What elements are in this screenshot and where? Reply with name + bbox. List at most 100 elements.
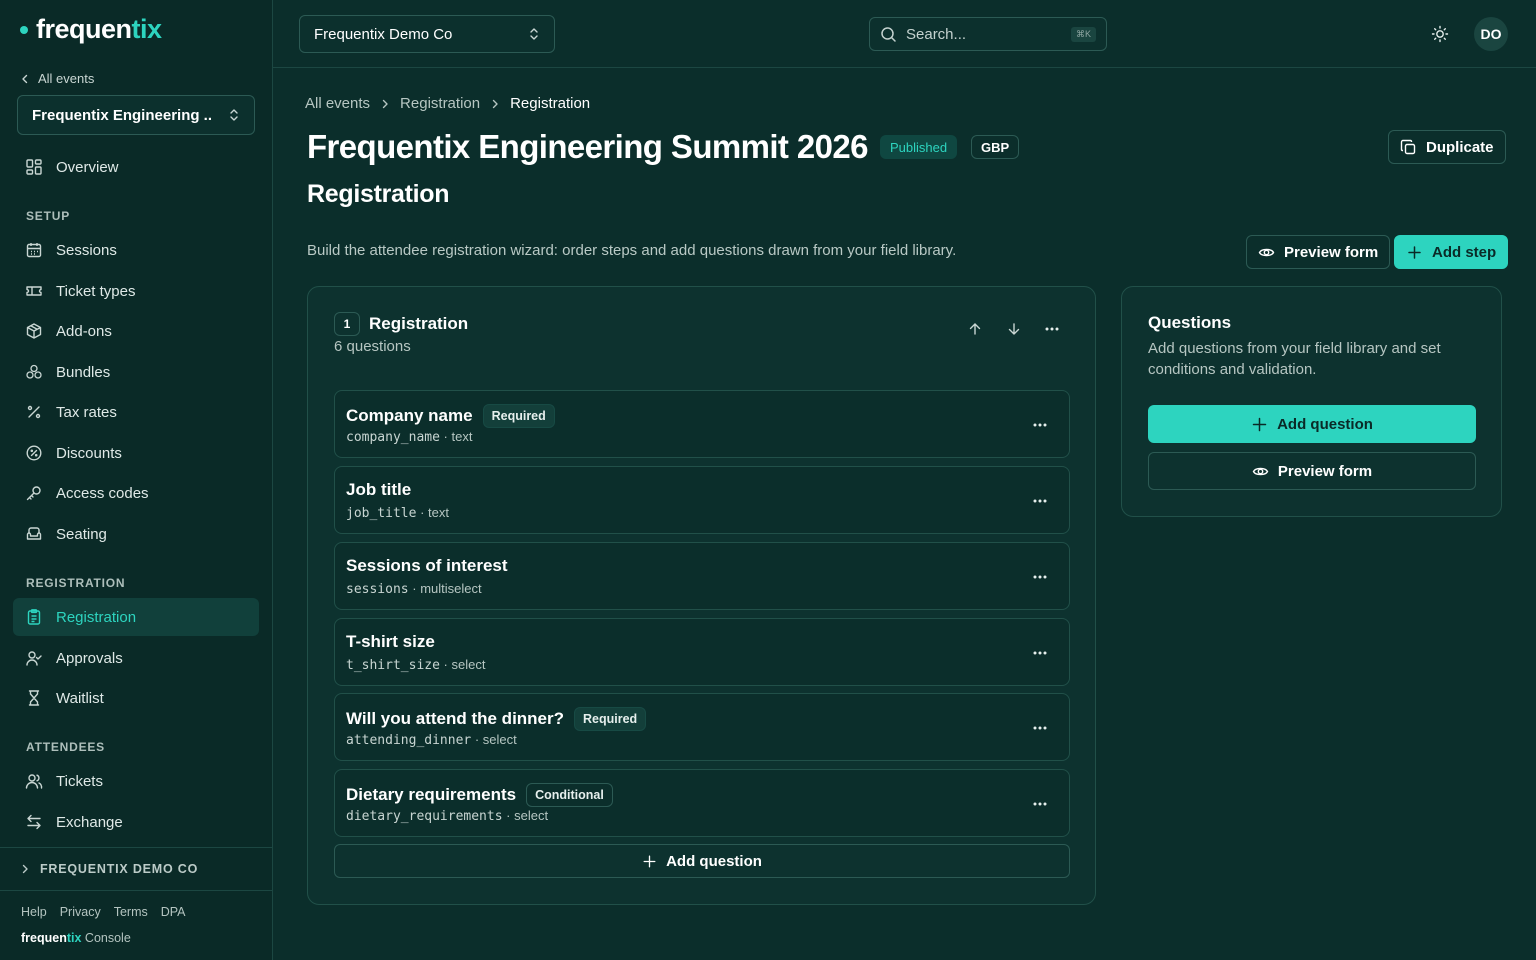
sidebar-section-setup: SETUP [26,209,71,223]
chevron-right-icon [492,99,498,108]
add-step-button[interactable]: Add step [1394,235,1509,269]
sidebar-item-overview[interactable]: Overview [13,148,259,186]
sidebar-section-registration: REGISTRATION [26,576,126,590]
question-meta: sessions · multiselect [346,581,482,597]
back-link-label: All events [38,71,95,86]
organization-switcher[interactable]: FREQUENTIX DEMO CO [0,847,272,891]
arrows-exchange-icon [27,814,41,830]
add-question-button-label: Add question [666,852,762,870]
question-title: Dietary requirements Conditional [346,783,613,807]
sidebar-item-bundles[interactable]: Bundles [13,353,259,391]
breadcrumb-current: Registration [510,95,591,112]
chevron-up-down-icon [530,28,538,40]
question-row[interactable]: T-shirt size t_shirt_size · select [334,618,1070,686]
page-description: Build the attendee registration wizard: … [307,242,957,259]
organization-selector[interactable]: Frequentix Demo Co [299,15,555,53]
clipboard-list-icon [27,609,41,625]
sidebar-item-label: Discounts [56,444,122,462]
sidebar-item-label: Ticket types [56,282,136,300]
question-meta: attending_dinner · select [346,732,517,748]
search-input[interactable]: Search... ⌘K [869,17,1107,51]
event-selector-value: Frequentix Engineering ... [32,106,212,124]
question-row[interactable]: Job title job_title · text [334,466,1070,534]
status-badge: Published [880,135,958,159]
more-horizontal-icon[interactable] [1031,644,1049,662]
boxes-icon [26,364,42,379]
question-title: T-shirt size [346,632,435,651]
back-to-all-events-link[interactable]: All events [20,71,94,86]
preview-form-button[interactable]: Preview form [1246,235,1391,269]
required-tag: Required [574,707,647,731]
footer-link-terms[interactable]: Terms [114,905,148,919]
arrow-up-icon[interactable] [966,320,984,338]
sidebar-item-label: Overview [56,158,119,176]
question-title: Sessions of interest [346,556,508,575]
registration-step-card: 1 Registration 6 questions Company name R… [307,286,1096,905]
sidebar-item-label: Seating [56,525,107,543]
question-row[interactable]: Dietary requirements Conditional dietary_… [334,769,1070,837]
panel-add-question-label: Add question [1277,415,1373,433]
panel-add-question-button[interactable]: Add question [1148,405,1476,443]
breadcrumb-item-registration[interactable]: Registration [400,95,480,112]
question-meta: company_name · text [346,429,473,445]
panel-preview-form-button[interactable]: Preview form [1148,452,1476,490]
more-horizontal-icon[interactable] [1031,492,1049,510]
sidebar-item-label: Sessions [56,241,117,259]
duplicate-button[interactable]: Duplicate [1388,130,1506,164]
questions-panel-description: Add questions from your field library an… [1148,340,1441,378]
organization-label: FREQUENTIX DEMO CO [40,862,199,876]
sidebar-item-approvals[interactable]: Approvals [13,639,259,677]
sidebar-item-access-codes[interactable]: Access codes [13,474,259,512]
breadcrumb-item-all-events[interactable]: All events [305,95,370,112]
footer-brand: frequentix Console [21,931,131,945]
sidebar-item-registration[interactable]: Registration [13,598,259,636]
question-meta: dietary_requirements · select [346,808,549,824]
sidebar-item-discounts[interactable]: Discounts [13,434,259,472]
key-icon [26,486,41,501]
more-horizontal-icon[interactable] [1031,719,1049,737]
add-question-button[interactable]: Add question [334,844,1070,878]
chevron-up-down-icon [230,109,238,121]
user-avatar[interactable]: DO [1474,17,1508,51]
sidebar-item-add-ons[interactable]: Add-ons [13,312,259,350]
users-icon [25,774,43,789]
section-title: Registration [307,180,450,208]
sidebar-item-tickets[interactable]: Tickets [13,762,259,800]
plus-icon [643,855,656,867]
question-row[interactable]: Sessions of interest sessions · multisel… [334,542,1070,610]
event-selector[interactable]: Frequentix Engineering ... [17,95,255,135]
questions-panel: Questions Add questions from your field … [1121,286,1502,517]
user-check-icon [26,651,42,666]
sidebar-item-sessions[interactable]: Sessions [13,231,259,269]
footer-link-help[interactable]: Help [21,905,47,919]
step-name: Registration [369,314,469,333]
search-placeholder: Search... [906,25,967,43]
logo-wordmark: frequentix [36,14,162,44]
sidebar-item-tax-rates[interactable]: Tax rates [13,393,259,431]
question-title: Company name Required [346,404,555,428]
sidebar-item-exchange[interactable]: Exchange [13,803,259,841]
sidebar-item-ticket-types[interactable]: Ticket types [13,272,259,310]
sidebar-item-label: Tax rates [56,403,117,421]
eye-icon [1252,467,1269,475]
sidebar: frequentix All events Frequentix Enginee… [0,0,273,960]
calendar-icon [26,243,42,258]
sidebar-item-waitlist[interactable]: Waitlist [13,679,259,717]
more-horizontal-icon[interactable] [1031,416,1049,434]
breadcrumb: All events Registration Registration [305,95,590,112]
footer-link-privacy[interactable]: Privacy [60,905,101,919]
footer-link-dpa[interactable]: DPA [161,905,186,919]
question-row[interactable]: Company name Required company_name · text [334,390,1070,458]
brand-logo[interactable]: frequentix [20,14,162,45]
top-bar: Frequentix Demo Co Search... ⌘K DO [273,0,1536,68]
more-horizontal-icon[interactable] [1031,795,1049,813]
search-shortcut-hint: ⌘K [1070,26,1096,42]
more-horizontal-icon[interactable] [1043,320,1061,338]
question-row[interactable]: Will you attend the dinner? Required atte… [334,693,1070,761]
sidebar-item-seating[interactable]: Seating [13,515,259,553]
package-icon [26,323,42,339]
required-tag: Required [482,404,555,428]
theme-toggle-sun-icon[interactable] [1431,25,1449,43]
arrow-down-icon[interactable] [1005,320,1023,338]
more-horizontal-icon[interactable] [1031,568,1049,586]
